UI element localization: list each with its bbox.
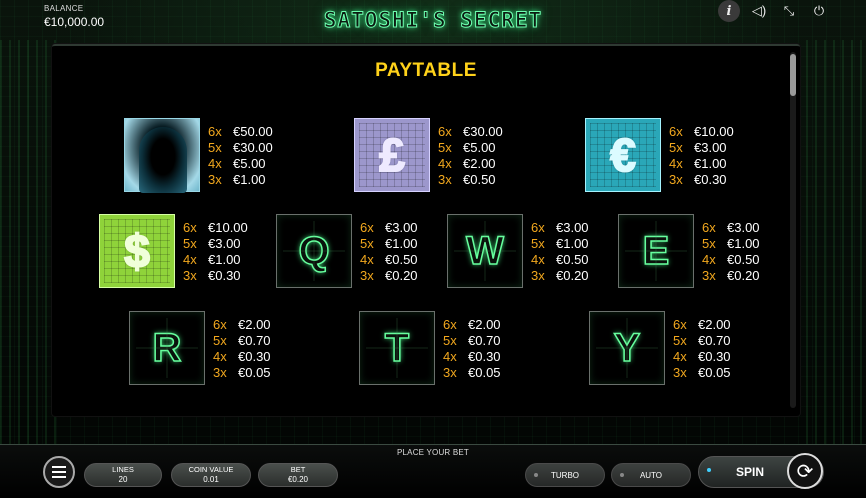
paytable-item-t: T 6x€2.00 5x€0.70 4x€0.30 3x€0.05 xyxy=(359,311,501,385)
turbo-indicator-icon xyxy=(534,473,538,477)
paytable-item-e: E 6x€3.00 5x€1.00 4x€0.50 3x€0.20 xyxy=(618,214,760,288)
pay-list: 6x €2.00 5x €0.70 4x €0.30 3x €0.05 xyxy=(213,317,271,380)
auto-label: AUTO xyxy=(639,470,663,480)
turbo-label: TURBO xyxy=(551,470,579,480)
lines-label: LINES xyxy=(112,465,134,474)
coin-value-selector[interactable]: COIN VALUE 0.01 xyxy=(171,463,251,487)
paytable-item-hacker: 6x €50.00 5x €30.00 4x €5.00 3x €1.00 xyxy=(124,118,273,193)
paytable-item-w: W 6x€3.00 5x€1.00 4x€0.50 3x€0.20 xyxy=(447,214,589,288)
pay-list: 6x €30.00 5x €5.00 4x €2.00 3x €0.50 xyxy=(438,124,503,187)
turbo-toggle[interactable]: TURBO xyxy=(525,463,605,487)
info-icon[interactable]: i xyxy=(718,0,740,22)
pay-list: 6x €10.00 5x €3.00 4x €1.00 3x €0.30 xyxy=(183,220,248,283)
paytable-item-r: R 6x€2.00 5x€0.70 4x€0.30 3x€0.05 xyxy=(129,311,271,385)
q-symbol-icon: Q xyxy=(276,214,352,288)
bet-selector[interactable]: BET €0.20 xyxy=(258,463,338,487)
menu-button[interactable] xyxy=(43,456,75,488)
spin-label: SPIN xyxy=(736,465,765,479)
paytable-item-y: Y 6x€2.00 5x€0.70 4x€0.30 3x€0.05 xyxy=(589,311,731,385)
r-symbol-icon: R xyxy=(129,311,205,385)
e-symbol-icon: E xyxy=(618,214,694,288)
background-right-decoration xyxy=(806,40,866,457)
pay-list: 6x €50.00 5x €30.00 4x €5.00 3x €1.00 xyxy=(208,124,273,187)
pound-symbol-icon: £ xyxy=(354,118,430,192)
power-icon[interactable]: ⏻ xyxy=(808,0,830,22)
euro-symbol-icon: € xyxy=(585,118,661,192)
dollar-symbol-icon: $ xyxy=(99,214,175,288)
coin-value-value: 0.01 xyxy=(203,475,219,484)
pay-list: 6x €10.00 5x €3.00 4x €1.00 3x €0.30 xyxy=(669,124,734,187)
pay-list: 6x €2.00 5x €0.70 4x €0.30 3x €0.05 xyxy=(673,317,731,380)
pay-list: 6x €3.00 5x €1.00 4x €0.50 3x €0.20 xyxy=(531,220,589,283)
spin-button[interactable]: ⟳ xyxy=(787,453,823,489)
bet-value: €0.20 xyxy=(287,475,309,484)
paytable-item-dollar: $ 6x €10.00 5x €3.00 4x €1.00 3x €0.30 xyxy=(99,214,248,288)
spin-indicator-icon xyxy=(707,468,711,472)
top-toolbar: i ◁) ⤡ ⏻ xyxy=(718,0,830,22)
pay-list: 6x €2.00 5x €0.70 4x €0.30 3x €0.05 xyxy=(443,317,501,380)
t-symbol-icon: T xyxy=(359,311,435,385)
sound-icon[interactable]: ◁) xyxy=(748,0,770,22)
lines-selector[interactable]: LINES 20 xyxy=(84,463,162,487)
paytable-item-pound: £ 6x €30.00 5x €5.00 4x €2.00 3x €0.50 xyxy=(354,118,503,192)
auto-toggle[interactable]: AUTO xyxy=(611,463,691,487)
spin-arrows-icon: ⟳ xyxy=(796,460,814,483)
auto-indicator-icon xyxy=(620,473,624,477)
pay-list: 6x €3.00 5x €1.00 4x €0.50 3x €0.20 xyxy=(360,220,418,283)
paytable-item-q: Q 6x€3.00 5x€1.00 4x€0.50 3x€0.20 xyxy=(276,214,418,288)
background-left-decoration xyxy=(0,40,60,457)
lines-value: 20 xyxy=(118,475,128,484)
hamburger-icon xyxy=(52,466,66,468)
hacker-symbol-icon xyxy=(124,118,200,193)
paytable-panel: PAYTABLE 6x €50.00 5x €30.00 4x €5.00 3x €1.… xyxy=(52,44,800,416)
coin-value-label: COIN VALUE xyxy=(188,465,234,474)
bet-label: BET xyxy=(290,465,306,474)
scrollbar[interactable] xyxy=(790,52,796,408)
fullscreen-icon[interactable]: ⤡ xyxy=(778,0,800,22)
y-symbol-icon: Y xyxy=(589,311,665,385)
pay-list: 6x €3.00 5x €1.00 4x €0.50 3x €0.20 xyxy=(702,220,760,283)
paytable-item-euro: € 6x €10.00 5x €3.00 4x €1.00 3x €0.30 xyxy=(585,118,734,192)
paytable-title: PAYTABLE xyxy=(375,60,477,81)
w-symbol-icon: W xyxy=(447,214,523,288)
scrollbar-thumb[interactable] xyxy=(790,54,796,96)
